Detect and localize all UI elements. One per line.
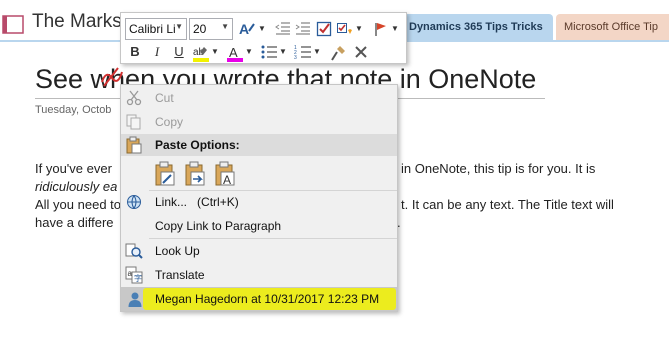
chevron-down-icon[interactable]: ▼ — [313, 42, 321, 62]
bold-button[interactable]: B — [125, 42, 145, 62]
increase-indent-icon[interactable] — [293, 19, 313, 39]
styles-icon[interactable]: A — [237, 19, 257, 39]
paste-keep-formatting-icon[interactable] — [153, 161, 177, 187]
paste-options-label: Paste Options: — [155, 138, 240, 152]
font-name-value: Calibri Li — [129, 22, 176, 36]
font-color-icon[interactable]: A — [225, 42, 245, 62]
clipboard-icon — [125, 136, 143, 159]
author-label: Megan Hagedorn at 10/31/2017 12:23 PM — [155, 292, 380, 306]
svg-text:3: 3 — [294, 55, 297, 60]
menu-item-translate-label: Translate — [155, 268, 205, 282]
italic-button[interactable]: I — [147, 42, 167, 62]
chevron-down-icon: ▼ — [221, 22, 229, 31]
menu-item-link[interactable]: Link... (Ctrl+K) — [121, 190, 397, 214]
menu-item-link-label: Link... (Ctrl+K) — [155, 195, 239, 209]
highlight-icon[interactable]: ab — [191, 42, 211, 62]
chevron-down-icon[interactable]: ▼ — [355, 19, 363, 39]
menu-item-copy-label: Copy — [155, 115, 184, 129]
mini-toolbar: Calibri Li ▼ 20 ▼ A ▼ ▼ ▼ B I U ab ▼ A ▼… — [120, 12, 407, 64]
checkbox-tag-icon[interactable] — [314, 19, 334, 39]
chevron-down-icon[interactable]: ▼ — [211, 42, 219, 62]
menu-item-look-up[interactable]: Look Up — [121, 239, 397, 263]
menu-item-look-up-label: Look Up — [155, 244, 200, 258]
body-line-3-right[interactable]: t. It can be any text. The Title text wi… — [401, 197, 614, 212]
chevron-down-icon[interactable]: ▼ — [279, 42, 287, 62]
body-line-4-left[interactable]: have a differe — [35, 215, 114, 230]
tab-dynamics-365-tips[interactable]: Dynamics 365 Tips Tricks — [401, 14, 553, 40]
underline-button[interactable]: U — [169, 42, 189, 62]
decrease-indent-icon[interactable] — [273, 19, 293, 39]
svg-text:A: A — [239, 21, 249, 37]
menu-item-cut[interactable]: Cut — [121, 86, 397, 110]
menu-item-copy-link[interactable]: Copy Link to Paragraph — [121, 214, 397, 238]
translate-icon: a字 — [125, 266, 143, 284]
clear-formatting-icon[interactable] — [351, 42, 371, 62]
paste-merge-formatting-icon[interactable] — [183, 161, 207, 187]
flag-icon[interactable] — [371, 19, 391, 39]
svg-text:A: A — [223, 173, 231, 187]
look-up-icon — [125, 242, 143, 260]
chevron-down-icon: ▼ — [175, 22, 183, 31]
body-line-1-left[interactable]: If you've ever — [35, 161, 112, 176]
menu-item-cut-label: Cut — [155, 91, 174, 105]
chevron-down-icon[interactable]: ▼ — [391, 19, 399, 39]
body-line-2-left[interactable]: ridiculously ea — [35, 179, 117, 194]
tab-microsoft-office-tips[interactable]: Microsoft Office Tip — [556, 14, 669, 40]
chevron-down-icon[interactable]: ▼ — [245, 42, 253, 62]
menu-item-copy-link-label: Copy Link to Paragraph — [155, 219, 282, 233]
svg-text:A: A — [229, 45, 238, 60]
copy-icon — [125, 113, 143, 131]
notebook-title[interactable]: The Marks — [32, 11, 122, 33]
context-menu: Cut Copy Paste Options: A Link... (Ctrl+… — [120, 84, 398, 312]
bullets-icon[interactable] — [259, 42, 279, 62]
font-size-select[interactable]: 20 ▼ — [189, 18, 233, 40]
tag-icon[interactable] — [335, 19, 355, 39]
menu-item-author[interactable]: Megan Hagedorn at 10/31/2017 12:23 PM — [121, 287, 397, 311]
paste-text-only-icon[interactable]: A — [213, 161, 237, 187]
paste-options-header: Paste Options: — [121, 134, 397, 156]
font-name-select[interactable]: Calibri Li ▼ — [125, 18, 187, 40]
font-size-value: 20 — [193, 22, 207, 36]
link-shortcut: (Ctrl+K) — [197, 195, 239, 209]
numbering-icon[interactable]: 123 — [293, 42, 313, 62]
body-line-3-left[interactable]: All you need to — [35, 197, 121, 212]
scissors-icon — [125, 89, 143, 107]
svg-text:字: 字 — [134, 273, 142, 283]
menu-item-copy[interactable]: Copy — [121, 110, 397, 134]
globe-link-icon — [125, 193, 143, 211]
page-date: Tuesday, Octob — [35, 104, 112, 116]
menu-item-translate[interactable]: a字 Translate — [121, 263, 397, 287]
format-painter-icon[interactable] — [329, 42, 349, 62]
body-line-1-right[interactable]: in OneNote, this tip is for you. It is — [401, 161, 595, 176]
person-icon — [126, 290, 144, 313]
chevron-down-icon[interactable]: ▼ — [258, 19, 266, 39]
notebook-icon[interactable] — [1, 14, 27, 36]
